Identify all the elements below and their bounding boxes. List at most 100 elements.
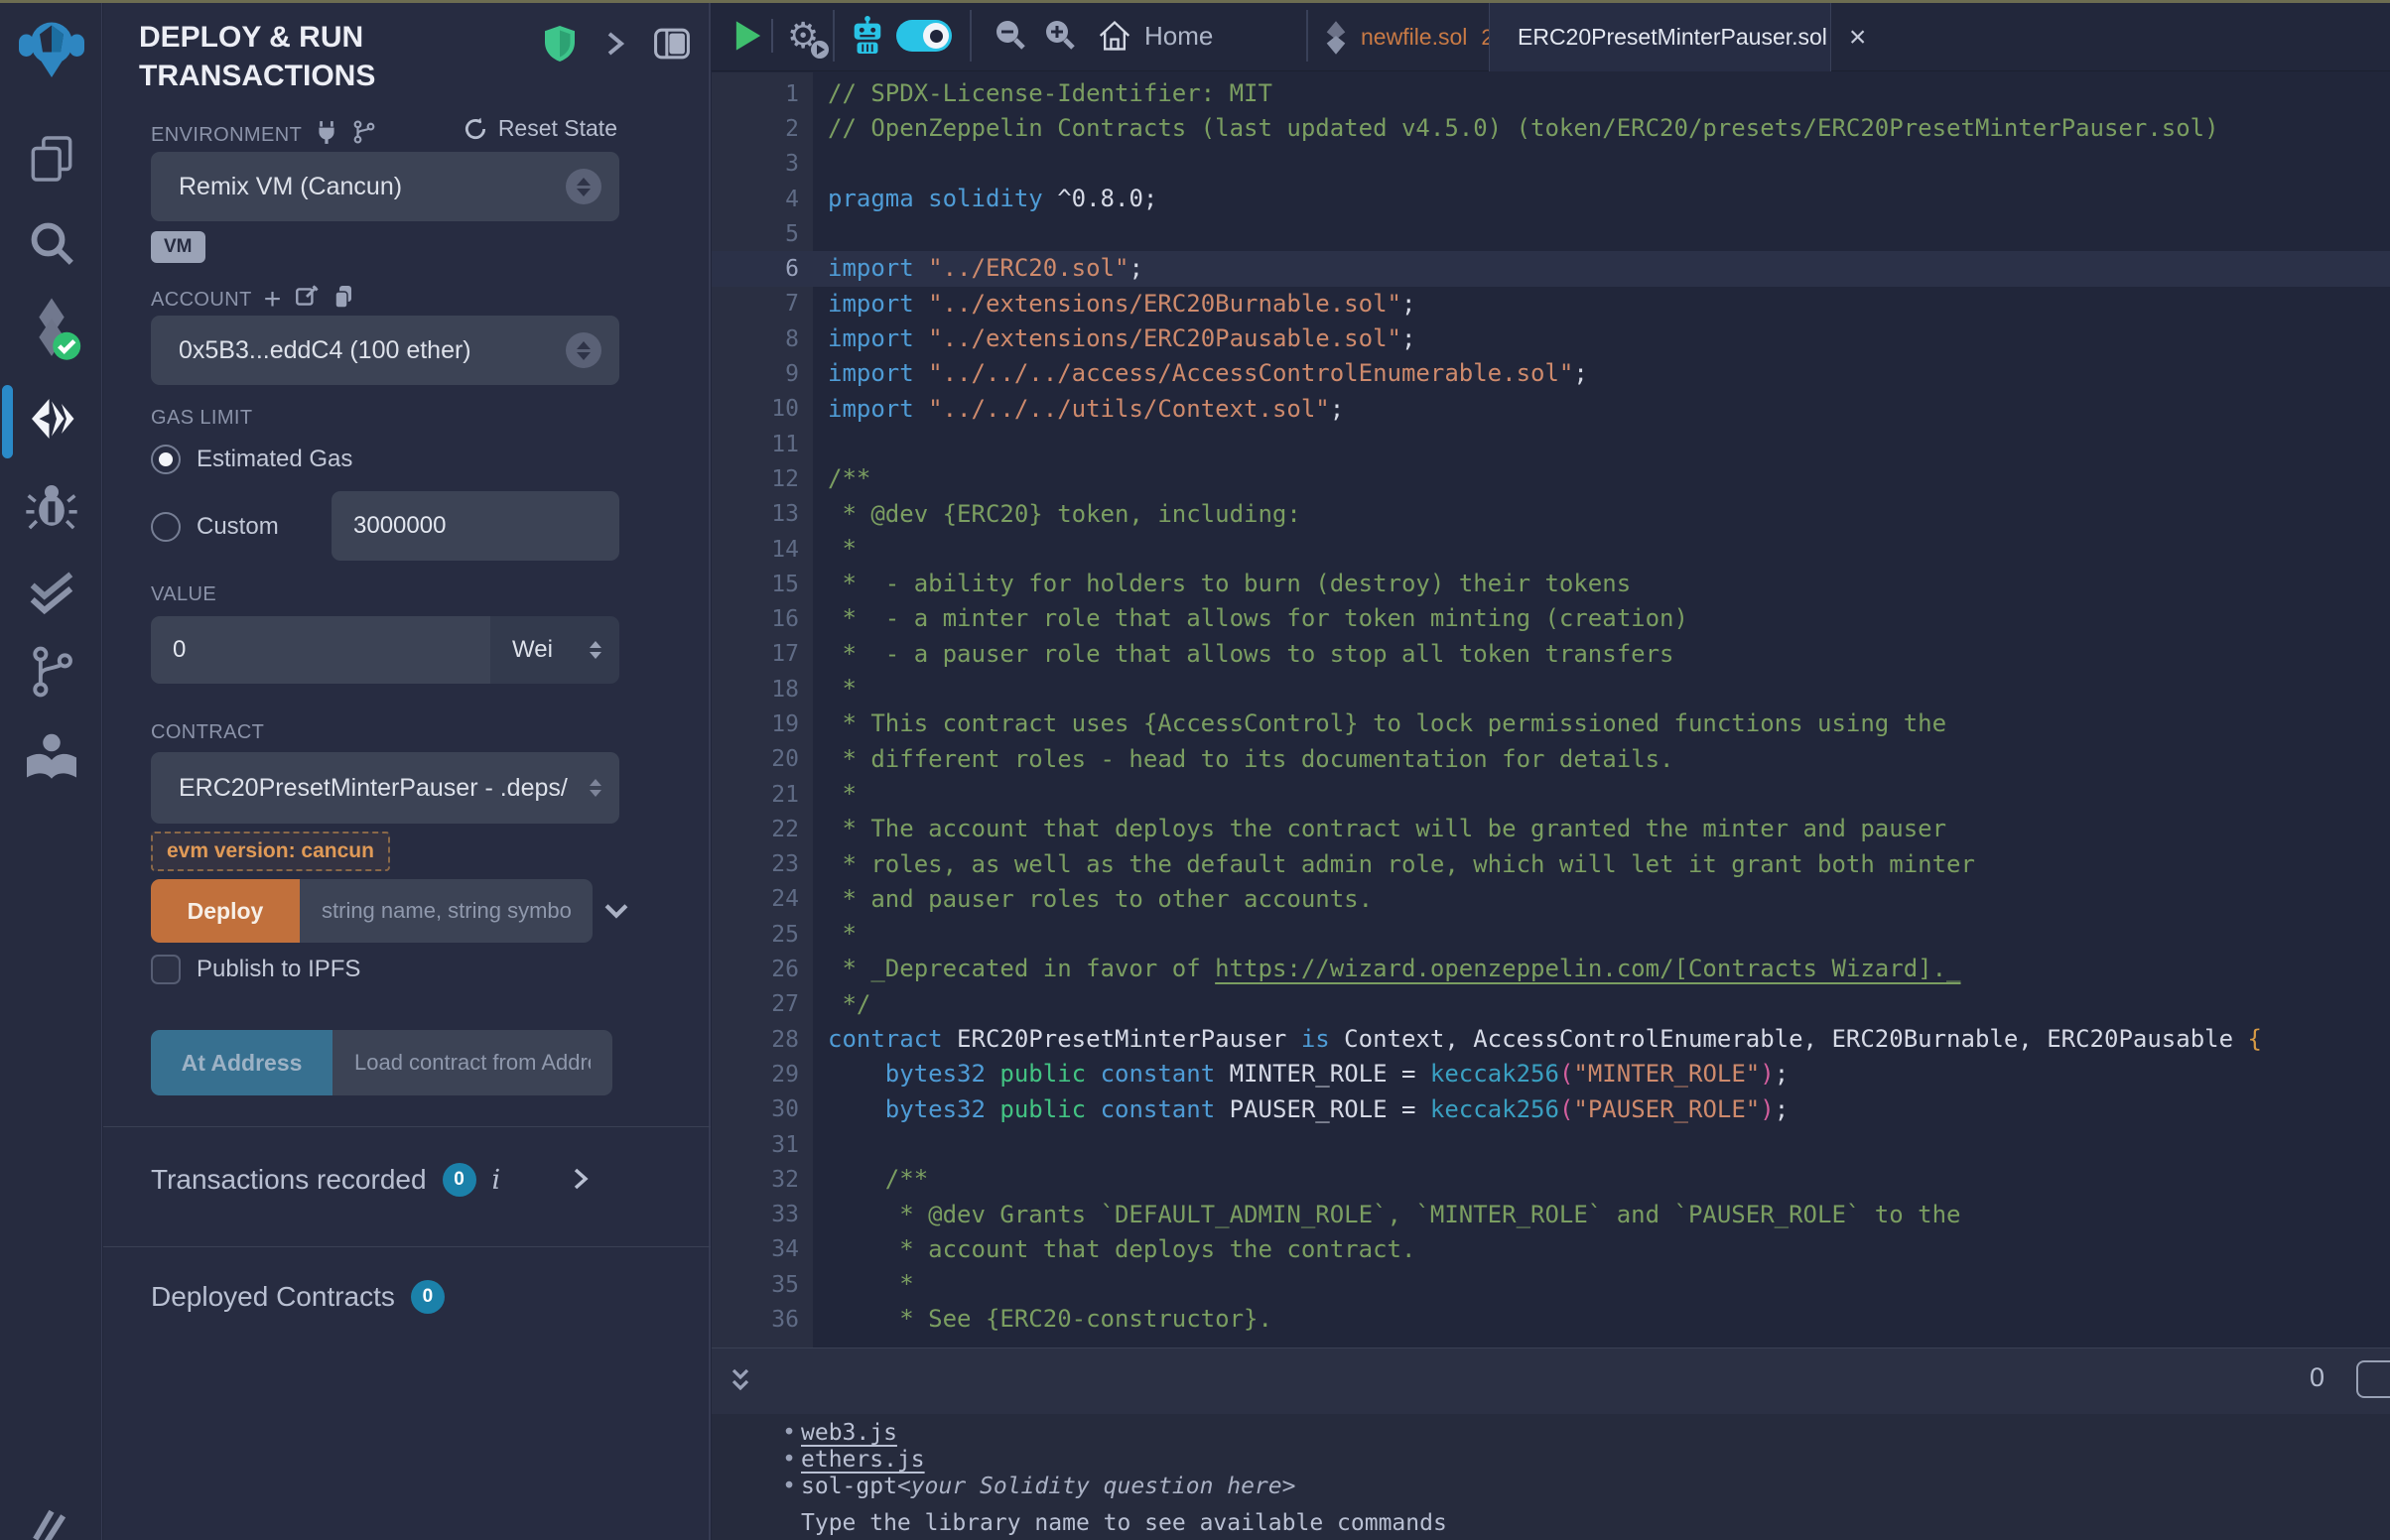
value-input[interactable] [151, 616, 490, 684]
close-tab-icon[interactable]: × [1849, 23, 1867, 53]
terminal-bar[interactable]: 0 [712, 1348, 2390, 1414]
code-line[interactable]: 5 [712, 216, 2390, 251]
pin-panel-icon[interactable] [653, 27, 691, 65]
git-icon[interactable] [0, 643, 102, 701]
publish-ipfs-checkbox[interactable] [151, 955, 181, 984]
code-line[interactable]: 26 * _Deprecated in favor of https://wiz… [712, 952, 2390, 986]
line-number: 4 [712, 187, 813, 212]
terminal-link[interactable]: ethers.js [801, 1447, 925, 1473]
code-line[interactable]: 9import "../../../access/AccessControlEn… [712, 356, 2390, 391]
code-line[interactable]: 18 * [712, 672, 2390, 706]
run-script-button[interactable] [733, 0, 763, 71]
code-line[interactable]: 10import "../../../utils/Context.sol"; [712, 392, 2390, 427]
fork-environment-icon[interactable] [351, 119, 377, 151]
code-line[interactable]: 6import "../ERC20.sol"; [712, 251, 2390, 286]
code-line[interactable]: 12/** [712, 461, 2390, 496]
code-line[interactable]: 16 * - a minter role that allows for tok… [712, 601, 2390, 636]
search-icon[interactable] [0, 215, 102, 271]
code-line[interactable]: 23 * roles, as well as the default admin… [712, 847, 2390, 882]
code-line[interactable]: 22 * The account that deploys the contra… [712, 812, 2390, 846]
line-number: 1 [712, 81, 813, 107]
code-line[interactable]: 2// OpenZeppelin Contracts (last updated… [712, 111, 2390, 146]
code-line[interactable]: 30 bytes32 public constant PAUSER_ROLE =… [712, 1092, 2390, 1127]
deploy-and-run-icon[interactable] [0, 389, 102, 449]
deploy-params-input[interactable] [300, 879, 593, 943]
code-line[interactable]: 17 * - a pauser role that allows to stop… [712, 637, 2390, 672]
code-line[interactable]: 34 * account that deploys the contract. [712, 1232, 2390, 1267]
code-line[interactable]: 19 * This contract uses {AccessControl} … [712, 706, 2390, 741]
tab-erc20-preset-minter-pauser[interactable]: ERC20PresetMinterPauser.sol × [1489, 3, 1831, 71]
code-line[interactable]: 4pragma solidity ^0.8.0; [712, 182, 2390, 216]
copy-account-icon[interactable] [332, 284, 355, 316]
terminal-output[interactable]: •web3.js•ethers.js•sol-gpt <your Solidit… [712, 1414, 2390, 1540]
code-line[interactable]: 3 [712, 147, 2390, 182]
code-line[interactable]: 24 * and pauser roles to other accounts. [712, 882, 2390, 917]
code-line[interactable]: 15 * - ability for holders to burn (dest… [712, 567, 2390, 601]
info-icon[interactable]: i [492, 1165, 501, 1196]
custom-gas-radio[interactable] [151, 512, 181, 542]
at-address-input[interactable] [332, 1030, 612, 1095]
code-line[interactable]: 11 [712, 427, 2390, 461]
remix-logo-icon[interactable] [0, 12, 102, 83]
sign-message-icon[interactable] [294, 284, 320, 316]
debugger-icon[interactable] [0, 478, 102, 534]
create-account-icon[interactable]: + [264, 290, 282, 310]
code-line[interactable]: 31 [712, 1127, 2390, 1162]
settings-icon[interactable] [0, 1504, 102, 1540]
code-line[interactable]: 36 * See {ERC20-constructor}. [712, 1302, 2390, 1337]
code-line[interactable]: 35 * [712, 1267, 2390, 1302]
code-line[interactable]: 25 * [712, 917, 2390, 952]
environment-label: ENVIRONMENT [151, 124, 302, 147]
code-line[interactable]: 33 * @dev Grants `DEFAULT_ADMIN_ROLE`, `… [712, 1198, 2390, 1232]
at-address-button[interactable]: At Address [151, 1030, 332, 1095]
code-line[interactable]: 1// SPDX-License-Identifier: MIT [712, 76, 2390, 111]
value-unit-select[interactable]: Wei [490, 616, 619, 684]
transactions-recorded-header[interactable]: Transactions recorded 0 i [151, 1163, 500, 1197]
line-number: 2 [712, 116, 813, 142]
script-config-icon[interactable]: ⚙ [787, 0, 819, 71]
account-select[interactable]: 0x5B3...eddC4 (100 ether) [151, 316, 619, 385]
code-editor[interactable]: 1// SPDX-License-Identifier: MIT2// Open… [712, 72, 2390, 1348]
file-explorer-icon[interactable] [0, 131, 102, 187]
terminal-list-item[interactable]: •ethers.js [712, 1447, 2390, 1474]
environment-select[interactable]: Remix VM (Cancun) [151, 152, 619, 221]
expand-params-chevron-icon[interactable] [599, 893, 633, 932]
code-line[interactable]: 7import "../extensions/ERC20Burnable.sol… [712, 287, 2390, 321]
expand-terminal-icon[interactable] [726, 1364, 755, 1405]
terminal-list-item[interactable]: •web3.js [712, 1420, 2390, 1447]
code-line[interactable]: 13 * @dev {ERC20} token, including: [712, 497, 2390, 532]
deploy-button[interactable]: Deploy [151, 879, 300, 943]
ai-toggle[interactable] [896, 0, 952, 71]
code-line[interactable]: 27 */ [712, 987, 2390, 1022]
code-line[interactable]: 14 * [712, 532, 2390, 567]
deployed-contracts-header[interactable]: Deployed Contracts 0 [151, 1280, 445, 1314]
reset-state-button[interactable]: Reset State [463, 115, 617, 142]
activity-bar [0, 0, 102, 1540]
code-line[interactable]: 20 * different roles - head to its docum… [712, 742, 2390, 777]
expand-panel-chevron-icon[interactable] [603, 28, 627, 64]
code-line[interactable]: 21 * [712, 777, 2390, 812]
code-line[interactable]: 8import "../extensions/ERC20Pausable.sol… [712, 321, 2390, 356]
select-stepper-icon [590, 779, 601, 797]
home-button[interactable]: Home [1097, 0, 1213, 71]
terminal-search-box[interactable] [2356, 1360, 2390, 1398]
solidity-compiler-icon[interactable] [0, 296, 102, 361]
code-line[interactable]: 32 /** [712, 1162, 2390, 1197]
learneth-icon[interactable] [0, 732, 102, 788]
unit-stepper-icon [590, 641, 601, 659]
zoom-in-icon[interactable] [1041, 0, 1079, 71]
tab-newfile[interactable]: newfile.sol 2 [1315, 3, 1494, 71]
remix-ai-icon[interactable] [849, 0, 886, 71]
zoom-out-icon[interactable] [992, 0, 1029, 71]
transactions-expand-chevron-icon[interactable] [570, 1165, 592, 1200]
contract-select[interactable]: ERC20PresetMinterPauser - .deps/ [151, 752, 619, 824]
evm-version-badge: evm version: cancun [151, 832, 390, 871]
editor-tabstrip: ⚙ [712, 0, 2390, 71]
custom-gas-input[interactable] [332, 491, 619, 561]
code-line[interactable]: 29 bytes32 public constant MINTER_ROLE =… [712, 1057, 2390, 1091]
unit-testing-icon[interactable] [0, 564, 102, 621]
terminal-link[interactable]: web3.js [801, 1420, 897, 1446]
code-line[interactable]: 28contract ERC20PresetMinterPauser is Co… [712, 1022, 2390, 1057]
plug-icon[interactable] [314, 119, 339, 151]
estimated-gas-radio[interactable] [151, 445, 181, 474]
